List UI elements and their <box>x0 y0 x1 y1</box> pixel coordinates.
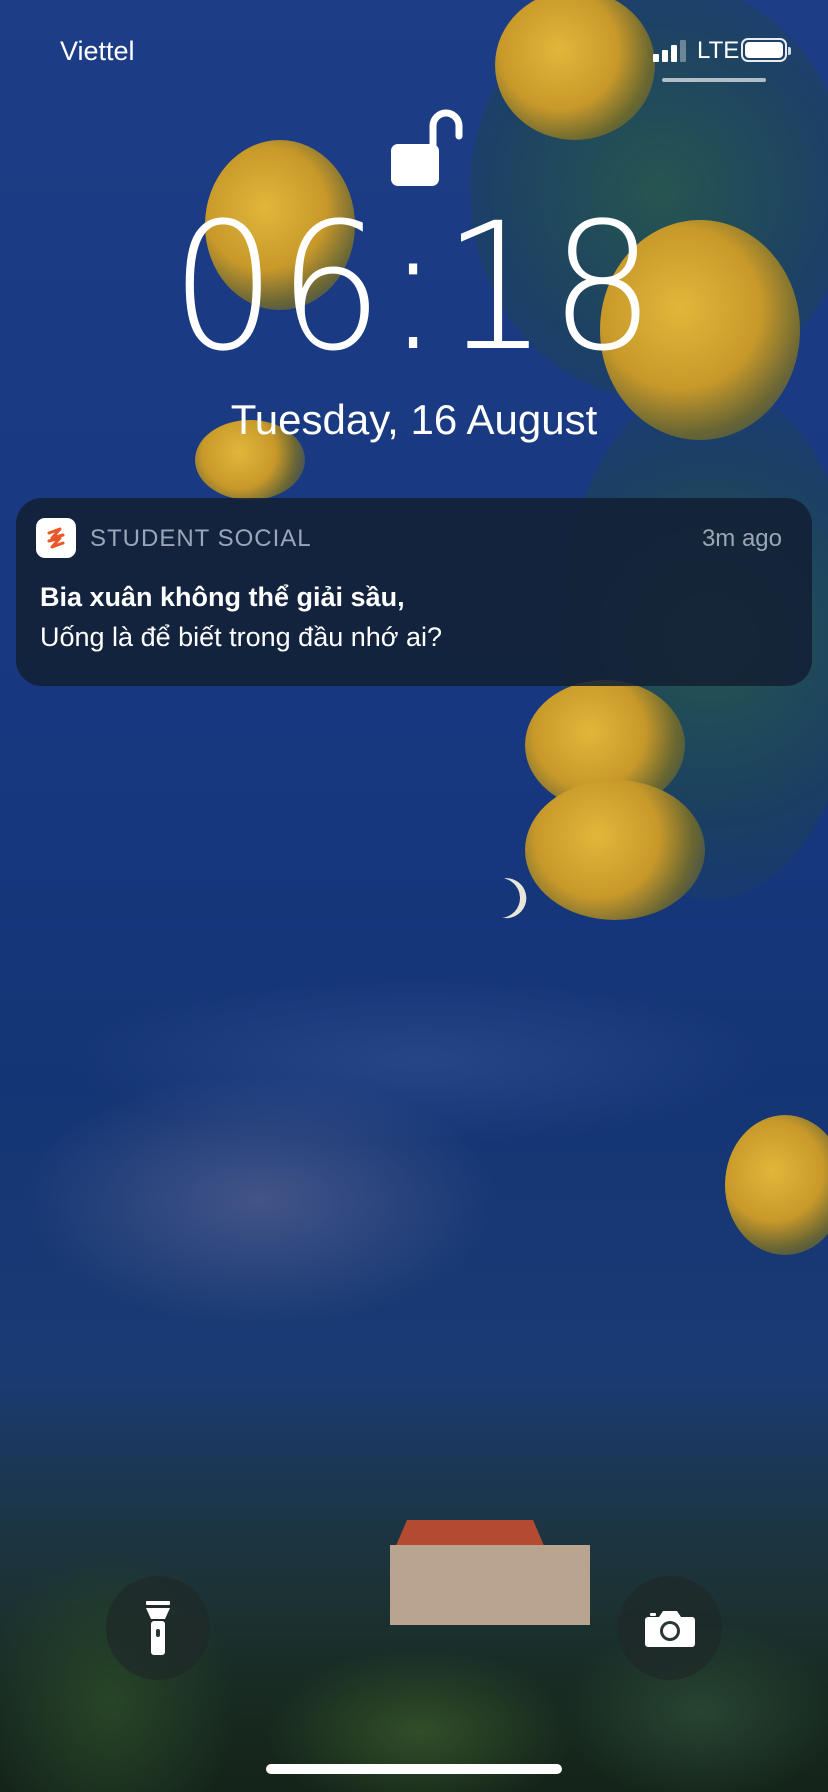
control-center-indicator[interactable] <box>662 78 766 82</box>
unlocked-padlock-icon <box>391 109 463 186</box>
home-indicator[interactable] <box>266 1764 562 1774</box>
wallpaper-moon <box>474 872 525 923</box>
carrier-label: Viettel <box>60 36 135 66</box>
student-social-app-icon <box>36 518 76 558</box>
notification-app-name: STUDENT SOCIAL <box>90 525 312 552</box>
flashlight-icon <box>146 1601 170 1655</box>
wallpaper-building <box>390 1545 590 1625</box>
lock-screen-clock: 06:18 <box>170 185 658 390</box>
lock-screen-date: Tuesday, 16 August <box>230 396 598 443</box>
wallpaper-roof <box>395 1520 545 1548</box>
notification-card[interactable]: STUDENT SOCIAL 3m ago Bia xuân không thể… <box>16 498 812 686</box>
battery-icon <box>741 38 791 62</box>
status-bar: Viettel LTE <box>0 0 828 100</box>
flashlight-button[interactable] <box>106 1576 210 1680</box>
camera-icon <box>645 1611 695 1647</box>
notification-timestamp: 3m ago <box>701 525 782 552</box>
lock-screen: Viettel LTE 06:18 Tuesday, 16 August STU… <box>0 0 828 1792</box>
wallpaper-flower <box>525 780 705 920</box>
network-type-label: LTE <box>697 37 740 64</box>
notification-title: Bia xuân không thể giải sầu, <box>40 582 405 612</box>
wallpaper-flower <box>725 1115 828 1255</box>
camera-button[interactable] <box>618 1576 722 1680</box>
cellular-signal-icon <box>653 40 687 62</box>
notification-body: Uống là để biết trong đầu nhớ ai? <box>40 622 442 652</box>
